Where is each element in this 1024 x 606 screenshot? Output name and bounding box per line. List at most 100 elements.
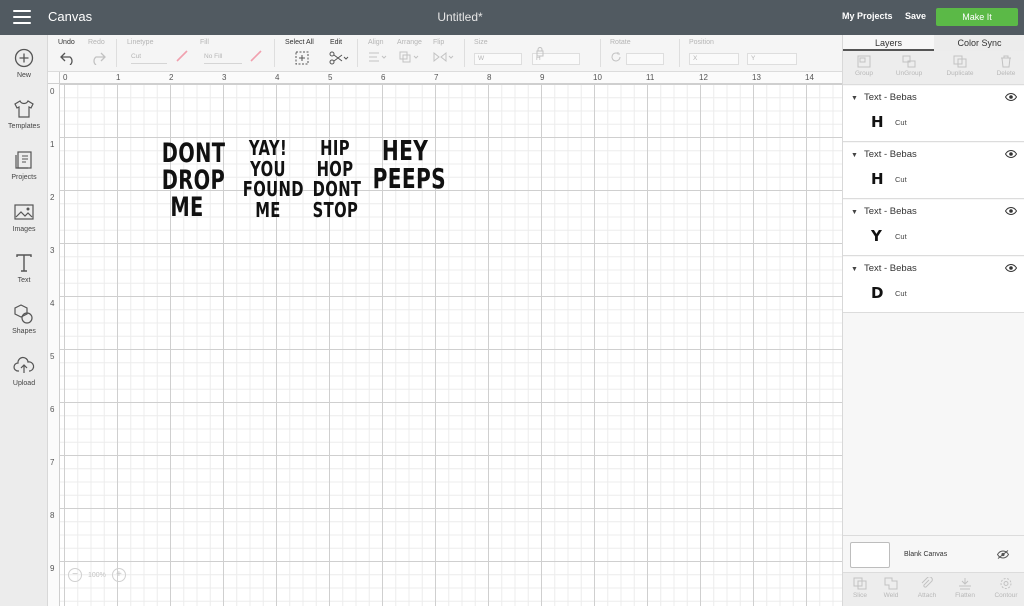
duplicate-label: Duplicate — [946, 70, 974, 77]
document-title[interactable]: Untitled* — [0, 10, 920, 24]
contour-label: Contour — [994, 592, 1018, 599]
text-line: DROP — [161, 165, 226, 196]
select-all-label: Select All — [285, 39, 314, 46]
eye-icon[interactable] — [1005, 150, 1017, 158]
zoom-level: 100% — [88, 571, 106, 579]
duplicate-button[interactable]: Duplicate — [940, 55, 980, 77]
fill-select[interactable]: No Fill — [204, 53, 242, 64]
tab-color-sync[interactable]: Color Sync — [934, 35, 1024, 51]
canvas-color-swatch[interactable] — [850, 542, 890, 568]
text-object-yay-you-found-me[interactable]: YAY! YOU FOUND ME — [242, 138, 304, 220]
flatten-button[interactable]: Flatten — [945, 577, 985, 599]
position-y-input[interactable]: Y — [747, 53, 797, 65]
sidebar-item-shapes[interactable]: Shapes — [0, 303, 48, 335]
layer-item[interactable]: ▼ Text - Bebas H Cut — [843, 86, 1024, 142]
layer-title[interactable]: ▼ Text - Bebas — [851, 149, 917, 160]
zoom-out-button[interactable]: − — [68, 568, 82, 582]
save-link[interactable]: Save — [905, 11, 926, 21]
ruler-mark: 5 — [328, 73, 333, 82]
sidebar-item-upload[interactable]: Upload — [0, 355, 48, 387]
sidebar-item-images[interactable]: Images — [0, 201, 48, 233]
slice-icon — [853, 577, 867, 590]
horizontal-ruler: 0 1 2 3 4 5 6 7 8 9 10 11 12 13 14 — [60, 72, 842, 84]
ungroup-label: UnGroup — [895, 70, 923, 77]
weld-icon — [884, 577, 898, 590]
sidebar-item-text[interactable]: Text — [0, 252, 48, 284]
attach-button[interactable]: Attach — [907, 577, 947, 599]
text-line: FOUND — [242, 177, 304, 201]
tab-layers[interactable]: Layers — [843, 35, 934, 51]
text-object-dont-drop-me[interactable]: DONT DROP ME — [161, 138, 226, 221]
layer-title[interactable]: ▼ Text - Bebas — [851, 206, 917, 217]
ruler-mark: 9 — [540, 73, 545, 82]
layer-title[interactable]: ▼ Text - Bebas — [851, 263, 917, 274]
linetype-select[interactable]: Cut — [131, 53, 167, 64]
slice-label: Slice — [852, 592, 868, 599]
toolbar-divider — [464, 39, 465, 67]
layer-title-text: Text - Bebas — [863, 92, 917, 103]
layer-operation: Cut — [895, 232, 907, 241]
blank-canvas-label: Blank Canvas — [904, 551, 948, 558]
eye-icon[interactable] — [1005, 93, 1017, 101]
caret-down-icon[interactable]: ▼ — [851, 266, 858, 273]
group-button[interactable]: Group — [844, 55, 884, 77]
sidebar-item-templates[interactable]: Templates — [0, 98, 48, 130]
design-canvas[interactable]: 0 1 2 3 4 5 6 7 8 9 10 11 12 13 14 0 1 2… — [48, 72, 842, 606]
paperclip-icon — [921, 577, 933, 588]
select-all-icon — [295, 51, 309, 65]
group-label: Group — [854, 70, 874, 77]
weld-label: Weld — [883, 592, 899, 599]
layer-title[interactable]: ▼ Text - Bebas — [851, 92, 917, 103]
caret-down-icon[interactable]: ▼ — [851, 95, 858, 102]
caret-down-icon[interactable]: ▼ — [851, 152, 858, 159]
delete-button[interactable]: Delete — [986, 55, 1024, 77]
rotate-input[interactable] — [626, 53, 664, 65]
eye-icon[interactable] — [1005, 264, 1017, 272]
my-projects-link[interactable]: My Projects — [842, 11, 893, 21]
position-x-input[interactable]: X — [689, 53, 739, 65]
tshirt-icon — [14, 100, 34, 118]
text-object-hey-peeps[interactable]: HEY PEEPS — [372, 137, 447, 195]
text-object-hip-hop-dont-stop[interactable]: HIP HOP DONT STOP — [313, 138, 361, 220]
edit-toolbar: Undo Redo Linetype Cut Fill No Fill Sele… — [48, 35, 842, 72]
projects-icon — [15, 151, 32, 169]
sidebar-item-label: Projects — [11, 174, 37, 181]
make-it-button[interactable]: Make It — [936, 8, 1018, 26]
left-sidebar: New Templates Projects Images Text Shape… — [0, 35, 48, 606]
image-icon — [14, 204, 34, 220]
layer-operation: Cut — [895, 289, 907, 298]
layer-item[interactable]: ▼ Text - Bebas Y Cut — [843, 200, 1024, 256]
eye-hidden-icon[interactable] — [997, 550, 1009, 559]
sidebar-item-new[interactable]: New — [0, 47, 48, 79]
zoom-in-button[interactable]: + — [111, 568, 126, 582]
arrange-icon — [399, 51, 419, 63]
fill-color-icon[interactable] — [250, 50, 262, 62]
width-input[interactable]: W — [474, 53, 522, 65]
caret-down-icon[interactable]: ▼ — [851, 209, 858, 216]
ruler-mark: 10 — [593, 73, 602, 82]
align-label: Align — [368, 39, 384, 46]
edit-scissors-icon — [329, 51, 349, 65]
layer-operation: Cut — [895, 175, 907, 184]
layer-item[interactable]: ▼ Text - Bebas H Cut — [843, 143, 1024, 199]
eye-icon[interactable] — [1005, 207, 1017, 215]
weld-button[interactable]: Weld — [871, 577, 911, 599]
ruler-mark: 1 — [116, 73, 121, 82]
layers-panel: Layers Color Sync Group UnGroup Duplicat… — [842, 35, 1024, 606]
ruler-mark: 12 — [699, 73, 708, 82]
duplicate-icon — [953, 55, 967, 68]
ungroup-button[interactable]: UnGroup — [889, 55, 929, 77]
blank-canvas-layer[interactable]: Blank Canvas — [843, 535, 1024, 571]
linetype-color-icon[interactable] — [176, 50, 188, 62]
layer-item[interactable]: ▼ Text - Bebas D Cut — [843, 257, 1024, 313]
text-line: DONT — [161, 138, 226, 169]
toolbar-divider — [600, 39, 601, 67]
lock-icon[interactable] — [536, 47, 544, 57]
sidebar-item-label: Shapes — [12, 328, 36, 335]
text-line: PEEPS — [372, 162, 447, 195]
layer-actions: Group UnGroup Duplicate Delete — [843, 51, 1024, 85]
flip-icon — [433, 51, 454, 63]
sidebar-item-label: Templates — [8, 123, 40, 130]
sidebar-item-projects[interactable]: Projects — [0, 149, 48, 181]
contour-button[interactable]: Contour — [986, 577, 1024, 599]
